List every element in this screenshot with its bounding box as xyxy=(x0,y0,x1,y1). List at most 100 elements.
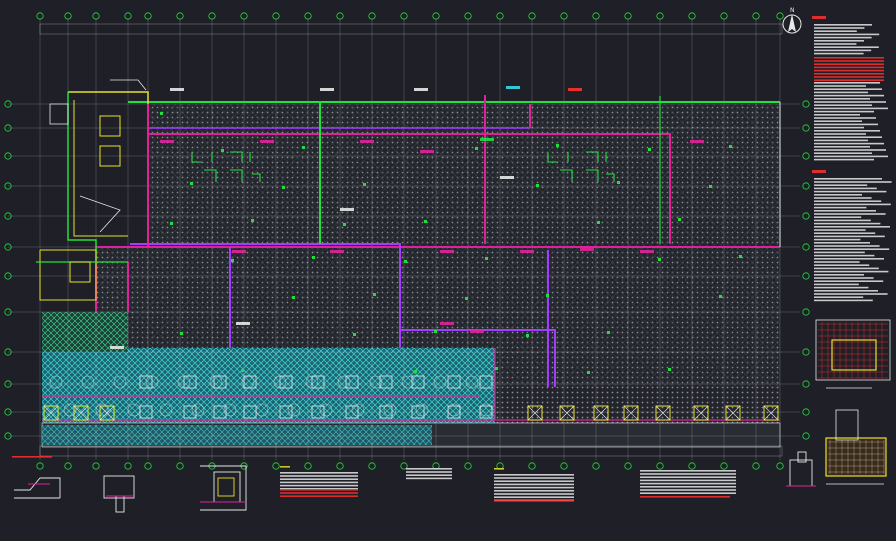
note-line xyxy=(814,46,879,48)
note-line xyxy=(814,133,866,135)
rebar-dot xyxy=(231,259,234,262)
axis-bubble xyxy=(368,462,376,470)
note-line xyxy=(640,473,736,475)
note-line xyxy=(814,63,884,65)
note-line xyxy=(814,261,860,263)
rebar-dot xyxy=(251,219,254,222)
note-line xyxy=(494,474,574,476)
note-line xyxy=(280,472,358,474)
rebar-dot xyxy=(678,218,681,221)
note-line xyxy=(814,110,874,113)
axis-bubble xyxy=(802,243,810,251)
rebar-dot xyxy=(241,369,244,372)
axis-bubble xyxy=(802,272,810,280)
note-line xyxy=(814,136,882,138)
annotation-tag xyxy=(160,140,174,143)
detail-plan-2 xyxy=(825,409,887,485)
annotation-tag xyxy=(568,88,582,91)
axis-bubble xyxy=(560,462,568,470)
rebar-dot xyxy=(719,295,722,298)
note-line xyxy=(814,158,874,161)
axis-bubble xyxy=(336,462,344,470)
note-line xyxy=(814,203,891,206)
note-line xyxy=(814,123,878,126)
note-line xyxy=(814,130,880,132)
rebar-dot xyxy=(465,297,468,300)
note-line xyxy=(494,468,504,470)
note-line xyxy=(814,152,872,154)
rebar-dot xyxy=(302,146,305,149)
axis-bubble xyxy=(802,408,810,416)
bottom-band xyxy=(41,422,781,448)
axis-bubble xyxy=(656,462,664,470)
axis-bubble xyxy=(144,462,152,470)
note-line xyxy=(814,24,872,26)
note-line xyxy=(814,197,872,199)
note-line xyxy=(814,248,890,250)
rebar-dot xyxy=(546,294,549,297)
note-line xyxy=(814,245,880,247)
rebar-dot xyxy=(495,367,498,370)
annotation-tag xyxy=(340,208,354,211)
note-line xyxy=(640,489,736,491)
rebar-dot xyxy=(587,371,590,374)
rebar-dot xyxy=(739,255,742,258)
note-line xyxy=(494,486,574,489)
note-line xyxy=(814,43,857,45)
note-line xyxy=(640,492,736,494)
axis-bubble xyxy=(528,462,536,470)
note-line xyxy=(406,471,452,473)
note-line xyxy=(814,142,884,145)
note-line xyxy=(814,283,859,286)
annotation-tag xyxy=(580,248,594,251)
axis-bubble xyxy=(304,462,312,470)
axis-bubble xyxy=(272,462,280,470)
note-line xyxy=(494,500,574,502)
note-line xyxy=(814,235,885,238)
note-line xyxy=(814,190,887,193)
note-line xyxy=(494,496,574,498)
annotation-tag xyxy=(440,250,454,253)
note-line xyxy=(814,213,886,215)
axis-bubble xyxy=(688,462,696,470)
note-line xyxy=(814,57,884,59)
note-line xyxy=(814,264,870,266)
note-line xyxy=(814,274,864,276)
north-letter: N xyxy=(790,7,795,14)
axis-bubble xyxy=(752,462,760,470)
note-line xyxy=(814,280,884,282)
rebar-dot xyxy=(373,293,376,296)
rebar-dot xyxy=(485,257,488,260)
note-line xyxy=(640,479,736,482)
note-line xyxy=(814,82,880,84)
annotation-tag xyxy=(236,322,250,325)
note-line xyxy=(640,482,736,485)
axis-bubble xyxy=(92,462,100,470)
rebar-dot xyxy=(597,221,600,224)
rebar-dot xyxy=(729,145,732,148)
note-line xyxy=(814,206,867,209)
detail-plan-1 xyxy=(815,319,891,389)
note-line xyxy=(814,210,876,212)
cad-drawing-viewport[interactable]: N xyxy=(0,0,896,541)
note-line xyxy=(814,101,886,103)
note-line xyxy=(814,66,884,69)
note-line xyxy=(814,229,866,231)
note-line xyxy=(814,216,862,218)
note-line xyxy=(814,178,882,180)
note-line xyxy=(814,267,879,270)
annotation-tag xyxy=(414,88,428,91)
rebar-dot xyxy=(180,332,183,335)
rebar-dot xyxy=(709,185,712,188)
north-arrow-icon: N xyxy=(782,7,802,34)
rebar-dot xyxy=(221,149,224,152)
annotation-tag xyxy=(470,330,484,333)
note-line xyxy=(640,486,736,488)
rebar-dot xyxy=(556,144,559,147)
note-line xyxy=(814,117,876,119)
axis-bubble xyxy=(802,212,810,220)
note-line xyxy=(814,88,882,90)
note-line xyxy=(814,187,877,190)
note-line xyxy=(494,490,574,492)
note-line xyxy=(814,126,864,129)
